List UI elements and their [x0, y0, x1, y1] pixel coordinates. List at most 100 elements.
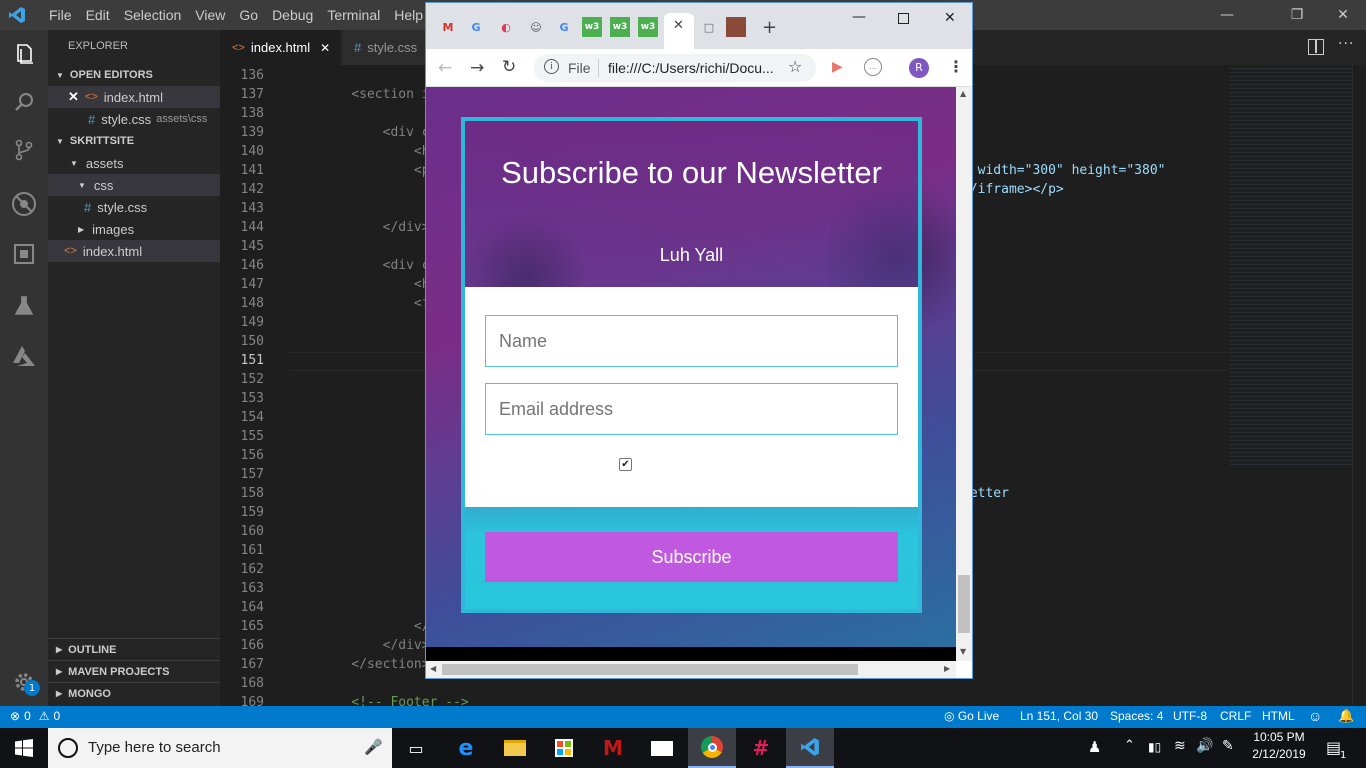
url-text[interactable]: file:///C:/Users/richi/Docu... [608, 60, 774, 76]
chrome-menu-icon[interactable]: ⋮ [948, 57, 964, 76]
show-hidden-icons-chevron-icon[interactable]: ⌃ [1124, 738, 1135, 753]
email-input[interactable] [485, 383, 898, 435]
name-input[interactable] [485, 315, 898, 367]
source-control-icon[interactable] [0, 126, 48, 174]
active-tab[interactable]: ✕ [664, 13, 694, 49]
feedback-smiley-icon[interactable]: ☺ [1308, 708, 1322, 724]
tab-style-css[interactable]: # style.css [342, 30, 432, 65]
scroll-right-arrow-icon[interactable]: ▶ [944, 664, 950, 673]
explorer-icon[interactable] [0, 30, 48, 78]
maven-panel-header[interactable]: ▶ MAVEN PROJECTS [48, 660, 220, 682]
go-live-button[interactable]: ◎ Go Live [944, 709, 999, 723]
avatar-tab-icon[interactable]: ☺ [526, 17, 546, 37]
google-tab-icon[interactable]: G [466, 17, 486, 37]
google-tab-icon[interactable]: G [554, 17, 574, 37]
close-icon[interactable]: ✕ [68, 89, 79, 105]
tree-item-images[interactable]: ▶ images [48, 218, 220, 240]
menu-debug[interactable]: Debug [265, 7, 320, 23]
menu-go[interactable]: Go [232, 7, 265, 23]
file-explorer-icon[interactable] [491, 728, 539, 768]
restore-button[interactable]: ❐ [1274, 0, 1320, 30]
w3schools-tab-icon[interactable]: w3 [610, 17, 630, 37]
tree-item-assets[interactable]: ▼ assets [48, 152, 220, 174]
task-view-icon[interactable]: ▭ [392, 728, 440, 768]
search-icon[interactable] [0, 78, 48, 126]
consent-checkbox[interactable]: ✔ [619, 458, 632, 471]
start-windows-icon[interactable] [0, 728, 48, 768]
menu-edit[interactable]: Edit [79, 7, 117, 23]
split-editor-icon[interactable] [1308, 39, 1324, 55]
close-tab-icon[interactable]: ✕ [673, 18, 684, 33]
test-flask-icon[interactable] [0, 282, 48, 330]
outline-panel-header[interactable]: ▶ OUTLINE [48, 638, 220, 660]
minimap[interactable] [1230, 65, 1355, 465]
scroll-up-arrow-icon[interactable]: ▲ [960, 89, 966, 98]
mongo-panel-header[interactable]: ▶ MONGO [48, 682, 220, 704]
edge-icon[interactable]: e [442, 728, 490, 768]
volume-icon[interactable]: 🔊 [1196, 738, 1213, 754]
people-icon[interactable]: ♟ [1088, 738, 1101, 756]
project-header[interactable]: ▼ SKRITTSITE [48, 130, 220, 152]
chrome-taskbar-icon[interactable] [688, 728, 736, 768]
tree-item-css[interactable]: ▼ css [48, 174, 220, 196]
microphone-icon[interactable]: 🎤 [364, 738, 383, 756]
taskbar-search-box[interactable]: Type here to search 🎤 [48, 728, 392, 768]
more-actions-icon[interactable]: ··· [1338, 36, 1354, 52]
address-bar[interactable]: i File file:///C:/Users/richi/Docu... ☆ [534, 54, 816, 82]
document-tab-icon[interactable]: □ [699, 17, 719, 37]
notifications-bell-icon[interactable]: 🔔 [1338, 708, 1354, 724]
menu-selection[interactable]: Selection [117, 7, 189, 23]
scroll-down-arrow-icon[interactable]: ▼ [960, 647, 966, 656]
extension-cast-icon[interactable]: ▶ [832, 59, 843, 75]
eol-status[interactable]: CRLF [1220, 709, 1251, 723]
battery-icon[interactable]: ▮▯ [1148, 740, 1161, 754]
vscode-taskbar-icon[interactable] [786, 728, 834, 768]
editor-scrollbar[interactable] [1352, 65, 1366, 706]
mcafee-icon[interactable]: M [589, 728, 637, 768]
menu-terminal[interactable]: Terminal [320, 7, 387, 23]
menu-view[interactable]: View [188, 7, 232, 23]
tree-item-style-css[interactable]: # style.css [48, 196, 220, 218]
pocket-tab-icon[interactable]: ◐ [496, 17, 516, 37]
indentation-status[interactable]: Spaces: 4 [1110, 709, 1163, 723]
horizontal-scrollbar[interactable]: ◀ ▶ [426, 661, 956, 678]
forward-arrow-icon[interactable]: → [470, 58, 484, 78]
scrollbar-thumb[interactable] [958, 575, 970, 633]
slack-icon[interactable]: # [737, 728, 785, 768]
minimize-button[interactable]: — [1204, 0, 1250, 30]
back-arrow-icon[interactable]: ← [438, 58, 452, 78]
open-editor-item-index[interactable]: ✕ <> index.html [48, 86, 220, 108]
image-tab-icon[interactable] [726, 17, 746, 37]
chrome-close-button[interactable]: ✕ [944, 10, 956, 26]
menu-help[interactable]: Help [387, 7, 430, 23]
w3schools-tab-icon[interactable]: w3 [638, 17, 658, 37]
w3schools-tab-icon[interactable]: w3 [582, 17, 602, 37]
chrome-maximize-button[interactable] [898, 13, 909, 24]
debug-icon[interactable] [0, 180, 48, 228]
close-tab-icon[interactable]: ✕ [320, 41, 330, 55]
reload-icon[interactable]: ↻ [502, 57, 516, 77]
tree-item-index-html[interactable]: <> index.html [48, 240, 220, 262]
subscribe-button[interactable]: Subscribe [485, 532, 898, 582]
chrome-minimize-button[interactable]: — [852, 9, 866, 25]
bookmark-star-icon[interactable]: ☆ [788, 57, 802, 76]
language-status[interactable]: HTML [1262, 709, 1295, 723]
cursor-position[interactable]: Ln 151, Col 30 [1020, 709, 1098, 723]
tab-index-html[interactable]: <> index.html ✕ [220, 30, 340, 65]
close-window-button[interactable]: ✕ [1320, 0, 1366, 30]
action-center-icon[interactable]: ▤ [1326, 738, 1341, 757]
extension-circle-icon[interactable]: … [864, 58, 882, 76]
new-tab-plus-icon[interactable]: + [762, 17, 777, 38]
profile-avatar[interactable]: R [909, 58, 929, 78]
info-icon[interactable]: i [544, 59, 559, 74]
horizontal-scrollbar-thumb[interactable] [442, 664, 858, 675]
vertical-scrollbar[interactable]: ▲ ▼ [956, 87, 972, 661]
problems-indicator[interactable]: ⊗ 0 ⚠ 0 [10, 709, 60, 723]
open-editors-header[interactable]: ▼ OPEN EDITORS [48, 64, 220, 86]
open-editor-item-style[interactable]: # style.css assets\css [48, 108, 220, 130]
store-icon[interactable] [540, 728, 588, 768]
settings-gear-icon[interactable] [0, 658, 48, 706]
clock[interactable]: 10:05 PM 2/12/2019 [1244, 730, 1314, 761]
pen-workspace-icon[interactable]: ✎ [1222, 738, 1234, 754]
wifi-icon[interactable]: ≋ [1174, 738, 1186, 754]
